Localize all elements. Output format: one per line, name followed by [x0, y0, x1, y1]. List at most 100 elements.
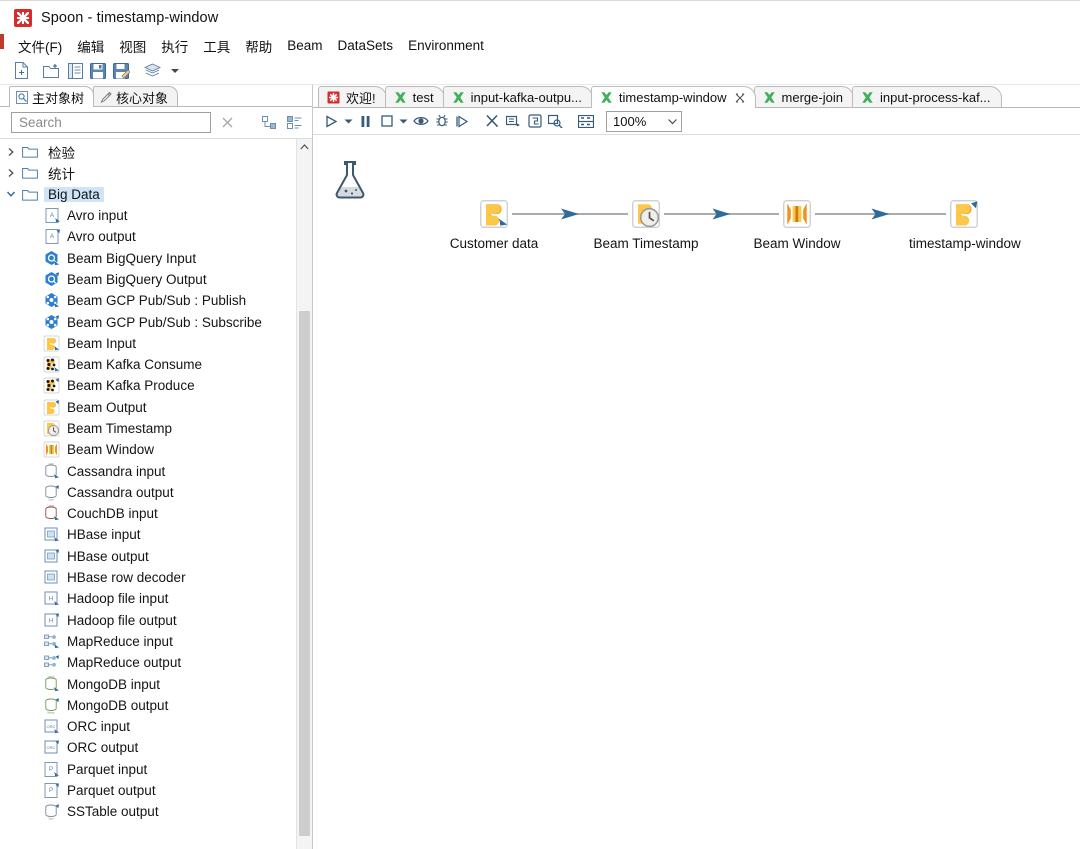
canvas-step-customer-data[interactable]: Customer data: [439, 197, 549, 251]
tree-item-orc-input[interactable]: ORC ORC input: [0, 716, 296, 737]
tree-item-hadoop-file-output[interactable]: H Hadoop file output: [0, 610, 296, 631]
tree-item-hbase-input[interactable]: HBase input: [0, 524, 296, 545]
tree-item-beam-output[interactable]: Beam Output: [0, 397, 296, 418]
zoom-level-select[interactable]: 100%: [606, 110, 682, 132]
tree-item-parquet-input[interactable]: P Parquet input: [0, 759, 296, 780]
couchdb-input-icon: Couch: [43, 505, 60, 522]
tree-item-orc-output[interactable]: ORC ORC output: [0, 737, 296, 758]
tree-item-hbase-row-decoder[interactable]: HBase row decoder: [0, 567, 296, 588]
search-input[interactable]: [17, 113, 210, 132]
tree-item-beam-timestamp[interactable]: Beam Timestamp: [0, 418, 296, 439]
transformation-tab-merge-join[interactable]: merge-join: [753, 86, 854, 108]
tree-item-mapreduce-input[interactable]: MapReduce input: [0, 631, 296, 652]
new-file-icon[interactable]: [10, 60, 32, 82]
tree-item-beam-gcp-pub-sub-subscribe[interactable]: Beam GCP Pub/Sub : Subscribe: [0, 311, 296, 332]
svg-text:P: P: [49, 788, 53, 794]
beam-timestamp-icon: [43, 420, 60, 437]
tree-item-cassandra-input[interactable]: Cass Cassandra input: [0, 460, 296, 481]
expand-tree-icon[interactable]: [260, 114, 279, 132]
beam-window-icon[interactable]: [780, 197, 814, 231]
tree-item-beam-window[interactable]: Beam Window: [0, 439, 296, 460]
mongodb-input-icon: Mongo: [43, 676, 60, 693]
canvas-step-beam-timestamp[interactable]: Beam Timestamp: [591, 197, 701, 251]
tree-item-avro-input[interactable]: A Avro input: [0, 205, 296, 226]
scrollbar-thumb[interactable]: [299, 311, 310, 836]
menu-item-beam[interactable]: Beam: [280, 37, 330, 54]
tree-folder-2[interactable]: 统计: [0, 162, 296, 183]
grid-icon[interactable]: [575, 111, 596, 132]
beam-timestamp-icon[interactable]: [629, 197, 663, 231]
layers-icon[interactable]: [141, 60, 163, 82]
tree-item-label: SSTable output: [67, 804, 159, 820]
transformation-canvas[interactable]: Customer data Beam Timestamp Beam Window t…: [313, 135, 1080, 849]
chevron-down-icon[interactable]: [164, 60, 186, 82]
tree-item-beam-bigquery-input[interactable]: Beam BigQuery Input: [0, 247, 296, 268]
zoom-to-fit-icon[interactable]: [545, 111, 566, 132]
pubsub-subscribe-icon: [43, 314, 60, 331]
transformation-tab-[interactable]: 欢迎!: [318, 86, 387, 108]
tree-item-parquet-output[interactable]: P Parquet output: [0, 780, 296, 801]
tree-item-beam-gcp-pub-sub-publish[interactable]: Beam GCP Pub/Sub : Publish: [0, 290, 296, 311]
tree-item-mapreduce-output[interactable]: MapReduce output: [0, 652, 296, 673]
save-as-icon[interactable]: [110, 60, 132, 82]
collapse-tree-icon[interactable]: [285, 114, 304, 132]
transformation-tab-input-kafka-outpu[interactable]: input-kafka-outpu...: [442, 86, 593, 108]
tab-main-object-tree[interactable]: 主对象树: [9, 86, 95, 108]
menu-item-file[interactable]: 文件(F): [11, 35, 70, 57]
chevron-down-icon[interactable]: [0, 184, 22, 204]
save-icon[interactable]: [87, 60, 109, 82]
tree-item-beam-kafka-produce[interactable]: Beam Kafka Produce: [0, 375, 296, 396]
menu-item-tools[interactable]: 工具: [196, 35, 238, 57]
tree-item-avro-output[interactable]: A Avro output: [0, 226, 296, 247]
tree-vertical-scrollbar[interactable]: [296, 139, 312, 849]
replay-icon[interactable]: [452, 111, 473, 132]
transformation-tab-input-process-kaf[interactable]: input-process-kaf...: [851, 86, 1002, 108]
search-input-wrap[interactable]: [11, 112, 211, 133]
svg-text:Cass: Cass: [48, 499, 54, 500]
menu-item-edit[interactable]: 编辑: [70, 35, 112, 57]
menu-item-run[interactable]: 执行: [154, 35, 196, 57]
menu-item-help[interactable]: 帮助: [238, 35, 280, 57]
tree-item-hbase-output[interactable]: HBase output: [0, 546, 296, 567]
menu-item-datasets[interactable]: DataSets: [331, 37, 402, 54]
chevron-right-icon[interactable]: [0, 163, 22, 183]
run-options-chevron-icon[interactable]: [342, 111, 355, 132]
menu-item-environment[interactable]: Environment: [401, 37, 492, 54]
pause-icon[interactable]: [355, 111, 376, 132]
close-icon[interactable]: [735, 93, 745, 103]
tree-item-mongodb-output[interactable]: Mongo MongoDB output: [0, 695, 296, 716]
stop-options-chevron-icon[interactable]: [397, 111, 410, 132]
transformation-settings-icon[interactable]: [524, 111, 545, 132]
transformation-icon: [763, 91, 776, 104]
stop-icon[interactable]: [376, 111, 397, 132]
transformation-tab-timestamp-window[interactable]: timestamp-window: [590, 86, 756, 109]
scroll-up-icon[interactable]: [297, 139, 312, 155]
hide-inactive-icon[interactable]: [482, 111, 503, 132]
tree-folder-1[interactable]: 检验: [0, 141, 296, 162]
tree-item-beam-bigquery-output[interactable]: Beam BigQuery Output: [0, 269, 296, 290]
tree-item-couchdb-input[interactable]: Couch CouchDB input: [0, 503, 296, 524]
canvas-step-timestamp-window[interactable]: timestamp-window: [909, 197, 1021, 251]
clear-search-icon[interactable]: [218, 113, 237, 133]
menu-item-view[interactable]: 视图: [112, 35, 154, 57]
open-file-icon[interactable]: [41, 60, 63, 82]
tree-item-sstable-output[interactable]: Cass SSTable output: [0, 801, 296, 822]
tab-core-objects[interactable]: 核心对象: [93, 86, 179, 107]
tree-item-beam-input[interactable]: Beam Input: [0, 333, 296, 354]
preview-icon[interactable]: [410, 111, 431, 132]
show-results-icon[interactable]: [503, 111, 524, 132]
tree-item-cassandra-output[interactable]: Cass Cassandra output: [0, 482, 296, 503]
chevron-right-icon[interactable]: [0, 142, 22, 162]
debug-icon[interactable]: [431, 111, 452, 132]
tree-item-mongodb-input[interactable]: Mongo MongoDB input: [0, 673, 296, 694]
tree-item-beam-kafka-consume[interactable]: Beam Kafka Consume: [0, 354, 296, 375]
object-tree[interactable]: 检验 统计 Big Data A Avro input A Avro output Bea…: [0, 139, 296, 849]
canvas-step-beam-window[interactable]: Beam Window: [742, 197, 852, 251]
beam-input-icon[interactable]: [477, 197, 511, 231]
tree-folder-3[interactable]: Big Data: [0, 184, 296, 205]
beam-output-icon[interactable]: [947, 197, 981, 231]
transformation-tab-test[interactable]: test: [384, 86, 445, 108]
run-icon[interactable]: [321, 111, 342, 132]
explore-repository-icon[interactable]: [64, 60, 86, 82]
tree-item-hadoop-file-input[interactable]: H Hadoop file input: [0, 588, 296, 609]
